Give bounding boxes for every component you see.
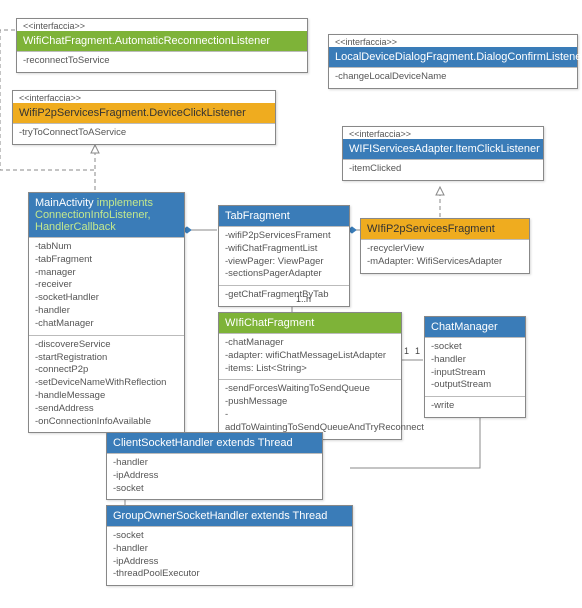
attr: -receiver	[35, 279, 178, 292]
multiplicity-one: 1	[404, 346, 409, 356]
operation: -tryToConnectToAService	[19, 127, 269, 140]
op-section: -sendForcesWaitingToSendQueue -pushMessa…	[219, 379, 401, 438]
operation: -onConnectionInfoAvailable	[35, 416, 178, 429]
attr: -chatManager	[225, 337, 395, 350]
attr: -socketHandler	[35, 292, 178, 305]
attr-section: -tabNum -tabFragment -manager -receiver …	[29, 237, 184, 335]
stereotype-label: <<interfaccia>>	[343, 127, 543, 139]
attr-section: -chatManager -adapter: wifiChatMessageLi…	[219, 333, 401, 379]
attr: -adapter: wifiChatMessageListAdapter	[225, 350, 395, 363]
attr: -tabFragment	[35, 254, 178, 267]
class-title: ChatManager	[425, 317, 525, 337]
operation: -addToWaintingToSendQueueAndTryReconnect	[225, 409, 395, 435]
attr: -manager	[35, 267, 178, 280]
class-title: TabFragment	[219, 206, 349, 226]
attr: -sectionsPagerAdapter	[225, 268, 343, 281]
attr: -tabNum	[35, 241, 178, 254]
class-wifichat-fragment: WIfiChatFragment -chatManager -adapter: …	[218, 312, 402, 440]
attr-section: -handler -ipAddress -socket	[107, 453, 322, 499]
attr: -items: List<String>	[225, 363, 395, 376]
class-title: WIfiChatFragment	[219, 313, 401, 333]
class-title: MainActivity implements ConnectionInfoLi…	[29, 193, 184, 237]
class-group-owner-socket-handler: GroupOwnerSocketHandler extends Thread -…	[106, 505, 353, 586]
class-title: LocalDeviceDialogFragment.DialogConfirmL…	[329, 47, 577, 67]
class-title: ClientSocketHandler extends Thread	[107, 433, 322, 453]
attr: -socket	[113, 530, 346, 543]
operation: -connectP2p	[35, 364, 178, 377]
stereotype-label: <<interfaccia>>	[17, 19, 307, 31]
stereotype-label: <<interfaccia>>	[13, 91, 275, 103]
class-device-click: <<interfaccia>> WifiP2pServicesFragment.…	[12, 90, 276, 145]
multiplicity-one: 1	[415, 346, 420, 356]
attr: -handler	[113, 457, 316, 470]
class-title: WifiChatFragment.AutomaticReconnectionLi…	[17, 31, 307, 51]
class-main-activity: MainActivity implements ConnectionInfoLi…	[28, 192, 185, 433]
operation: -reconnectToService	[23, 55, 301, 68]
attr-section: -socket -handler -inputStream -outputStr…	[425, 337, 525, 396]
attr: -recyclerView	[367, 243, 523, 256]
operation: -sendForcesWaitingToSendQueue	[225, 383, 395, 396]
class-services-adapter-itemclick: <<interfaccia>> WIFIServicesAdapter.Item…	[342, 126, 544, 181]
class-tab-fragment: TabFragment -wifiP2pServicesFrament -wif…	[218, 205, 350, 307]
attr: -handler	[431, 354, 519, 367]
attr-section: -socket -handler -ipAddress -threadPoolE…	[107, 526, 352, 585]
multiplicity-label: 1..n	[296, 294, 311, 304]
operation: -itemClicked	[349, 163, 537, 176]
operation: -setDeviceNameWithReflection	[35, 377, 178, 390]
class-title: GroupOwnerSocketHandler extends Thread	[107, 506, 352, 526]
operation: -discovereService	[35, 339, 178, 352]
operation: -sendAddress	[35, 403, 178, 416]
attr: -chatManager	[35, 318, 178, 331]
attr: -inputStream	[431, 367, 519, 380]
operation: -pushMessage	[225, 396, 395, 409]
operation: -changeLocalDeviceName	[335, 71, 571, 84]
class-local-device-dialog: <<interfaccia>> LocalDeviceDialogFragmen…	[328, 34, 578, 89]
attr: -ipAddress	[113, 556, 346, 569]
attr: -outputStream	[431, 379, 519, 392]
class-title: WifiP2pServicesFragment.DeviceClickListe…	[13, 103, 275, 123]
attr-section: -recyclerView -mAdapter: WifiServicesAda…	[361, 239, 529, 273]
class-chat-manager: ChatManager -socket -handler -inputStrea…	[424, 316, 526, 418]
attr: -socket	[113, 483, 316, 496]
attr: -wifiP2pServicesFrament	[225, 230, 343, 243]
operation: -getChatFragmentByTab	[225, 289, 343, 302]
operation: -write	[431, 400, 519, 413]
attr: -handler	[113, 543, 346, 556]
stereotype-label: <<interfaccia>>	[329, 35, 577, 47]
attr: -ipAddress	[113, 470, 316, 483]
attr: -wifiChatFragmentList	[225, 243, 343, 256]
attr-section: -wifiP2pServicesFrament -wifiChatFragmen…	[219, 226, 349, 285]
operation: -startRegistration	[35, 352, 178, 365]
attr: -viewPager: ViewPager	[225, 256, 343, 269]
class-wifip2p-services-fragment: WIfiP2pServicesFragment -recyclerView -m…	[360, 218, 530, 274]
attr: -handler	[35, 305, 178, 318]
operation: -handleMessage	[35, 390, 178, 403]
attr: -mAdapter: WifiServicesAdapter	[367, 256, 523, 269]
class-client-socket-handler: ClientSocketHandler extends Thread -hand…	[106, 432, 323, 500]
op-section: -discovereService -startRegistration -co…	[29, 335, 184, 433]
class-title-text: MainActivity	[35, 197, 94, 209]
class-title: WIfiP2pServicesFragment	[361, 219, 529, 239]
class-title: WIFIServicesAdapter.ItemClickListener	[343, 139, 543, 159]
attr: -socket	[431, 341, 519, 354]
class-wifichat-auto-reconnect: <<interfaccia>> WifiChatFragment.Automat…	[16, 18, 308, 73]
attr: -threadPoolExecutor	[113, 568, 346, 581]
